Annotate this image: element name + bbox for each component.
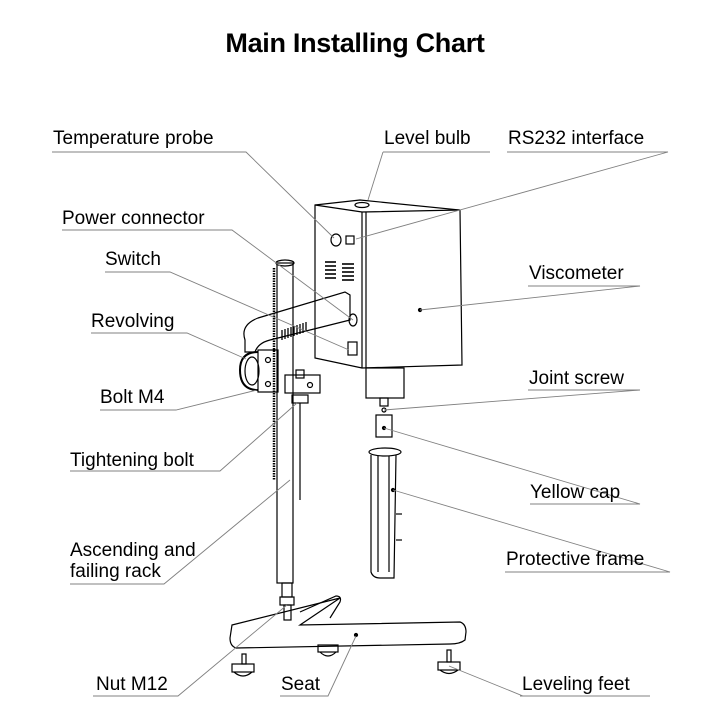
label-yellow-cap: Yellow cap [530,482,621,503]
label-leveling-feet: Leveling feet [522,674,630,695]
label-temperature-probe: Temperature probe [53,128,214,149]
arm-drawing [238,291,351,500]
label-revolving: Revolving [91,311,175,332]
leader-lines [52,151,671,697]
label-ascending-rack-line1: Ascending and [70,540,196,561]
viscometer-drawing [314,199,463,438]
label-switch: Switch [105,249,161,270]
label-protective-frame: Protective frame [506,549,645,570]
label-viscometer: Viscometer [529,263,624,284]
label-seat: Seat [281,674,321,695]
rack-column-drawing [272,259,295,621]
label-level-bulb: Level bulb [384,128,471,149]
protective-frame-drawing [368,447,402,579]
label-power-connector: Power connector [62,208,205,229]
label-tightening-bolt: Tightening bolt [70,450,194,471]
label-joint-screw: Joint screw [529,368,625,389]
label-rs232-interface: RS232 interface [508,128,645,149]
label-ascending-rack-line2: failing rack [70,561,161,582]
label-nut-m12: Nut M12 [96,674,168,695]
label-bolt-m4: Bolt M4 [100,387,165,408]
device-drawing [52,151,671,697]
leveling-feet-drawing [231,644,461,677]
seat-drawing [229,595,467,649]
